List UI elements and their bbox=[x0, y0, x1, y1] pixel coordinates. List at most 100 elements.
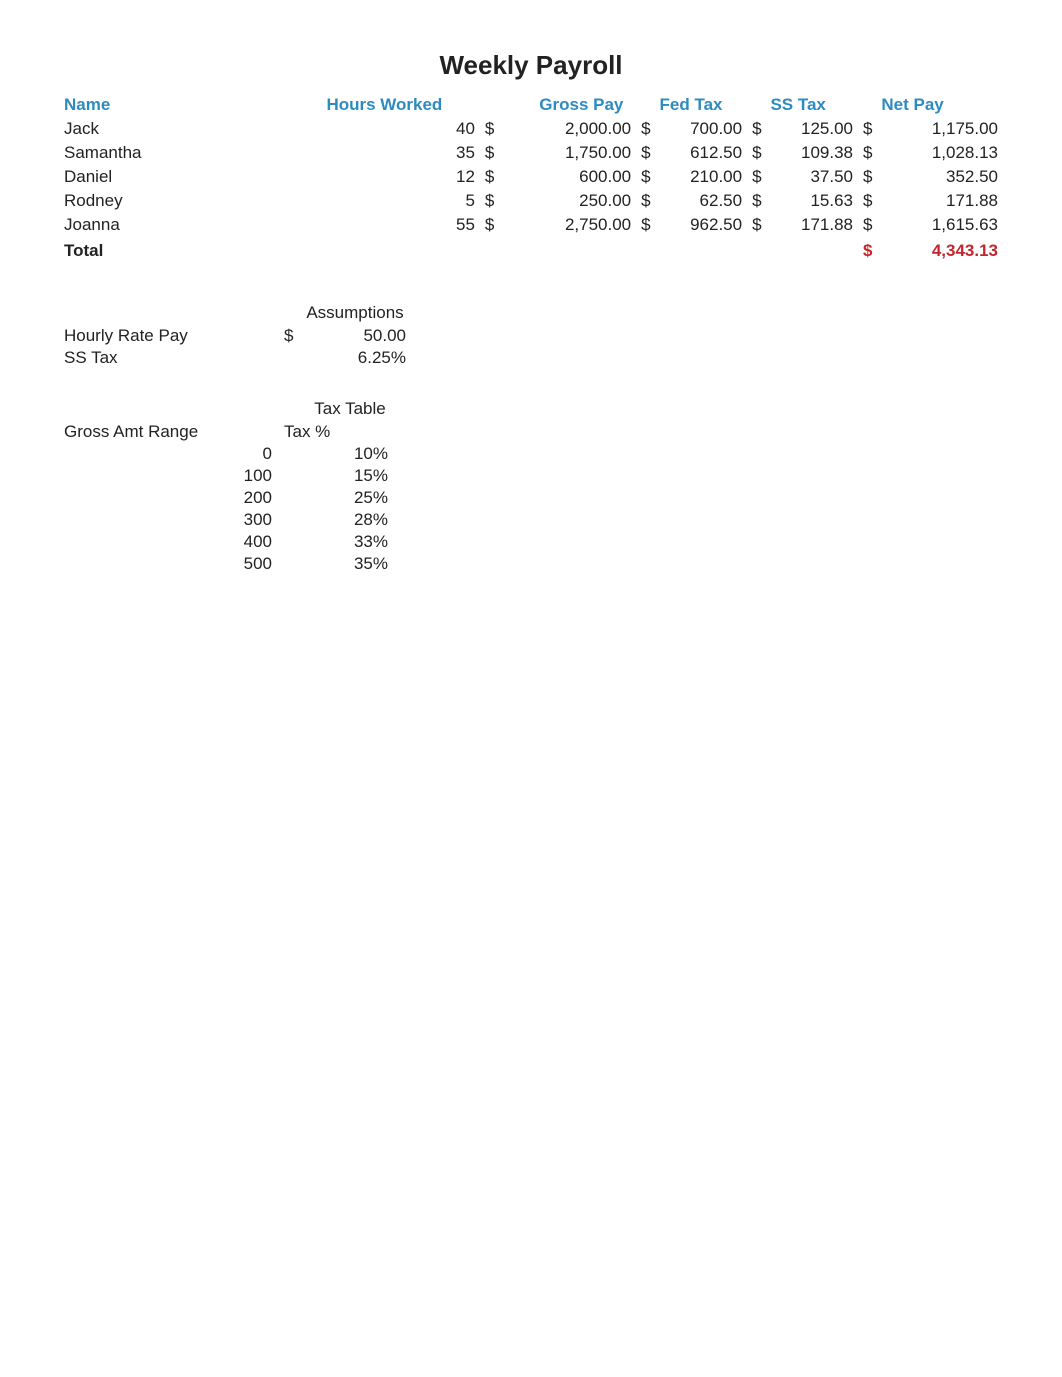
total-row: Total $4,343.13 bbox=[60, 237, 1002, 263]
col-ss: SS Tax bbox=[766, 93, 877, 117]
currency-symbol: $ bbox=[746, 189, 766, 213]
tax-range-value: 500 bbox=[60, 553, 280, 575]
currency-symbol bbox=[280, 347, 300, 369]
currency-symbol: $ bbox=[635, 117, 655, 141]
assumption-row: Hourly Rate Pay$50.00 bbox=[60, 325, 410, 347]
cell-ss: 125.00 bbox=[766, 117, 857, 141]
cell-net: 352.50 bbox=[877, 165, 1002, 189]
tax-range-value: 300 bbox=[60, 509, 280, 531]
cell-hours: 55 bbox=[286, 213, 478, 237]
cell-fed: 612.50 bbox=[656, 141, 747, 165]
tax-table-header: Tax Table bbox=[60, 399, 420, 419]
tax-range-value: 0 bbox=[60, 443, 280, 465]
cell-name: Joanna bbox=[60, 213, 286, 237]
cell-net: 1,028.13 bbox=[877, 141, 1002, 165]
currency-symbol: $ bbox=[857, 213, 877, 237]
tax-pct-value: 28% bbox=[280, 509, 410, 531]
tax-table: Gross Amt Range Tax % 010%10015%20025%30… bbox=[60, 421, 410, 575]
cell-gross: 2,000.00 bbox=[499, 117, 635, 141]
cell-gross: 1,750.00 bbox=[499, 141, 635, 165]
tax-table-row: 40033% bbox=[60, 531, 410, 553]
currency-symbol: $ bbox=[746, 117, 766, 141]
cell-ss: 171.88 bbox=[766, 213, 857, 237]
cell-gross: 600.00 bbox=[499, 165, 635, 189]
assumptions-section: Assumptions Hourly Rate Pay$50.00SS Tax6… bbox=[60, 303, 1002, 369]
cell-fed: 700.00 bbox=[656, 117, 747, 141]
cell-hours: 12 bbox=[286, 165, 478, 189]
tax-pct-value: 33% bbox=[280, 531, 410, 553]
assumption-label: Hourly Rate Pay bbox=[60, 325, 280, 347]
cell-ss: 109.38 bbox=[766, 141, 857, 165]
currency-symbol: $ bbox=[479, 165, 499, 189]
currency-symbol: $ bbox=[635, 165, 655, 189]
tax-range-value: 100 bbox=[60, 465, 280, 487]
assumption-value: 6.25% bbox=[300, 347, 410, 369]
table-row: Daniel12$600.00$210.00$37.50$352.50 bbox=[60, 165, 1002, 189]
currency-symbol: $ bbox=[635, 141, 655, 165]
tax-range-label: Gross Amt Range bbox=[60, 421, 280, 443]
cell-ss: 37.50 bbox=[766, 165, 857, 189]
currency-symbol: $ bbox=[479, 213, 499, 237]
currency-symbol: $ bbox=[635, 189, 655, 213]
table-row: Rodney5$250.00$62.50$15.63$171.88 bbox=[60, 189, 1002, 213]
currency-symbol: $ bbox=[857, 165, 877, 189]
tax-table-row: 010% bbox=[60, 443, 410, 465]
payroll-table: Name Hours Worked Gross Pay Fed Tax SS T… bbox=[60, 93, 1002, 263]
currency-symbol: $ bbox=[857, 237, 877, 263]
col-hours: Hours Worked bbox=[286, 93, 499, 117]
table-row: Jack40$2,000.00$700.00$125.00$1,175.00 bbox=[60, 117, 1002, 141]
cell-hours: 5 bbox=[286, 189, 478, 213]
cell-net: 1,175.00 bbox=[877, 117, 1002, 141]
cell-fed: 62.50 bbox=[656, 189, 747, 213]
total-label: Total bbox=[60, 237, 286, 263]
cell-name: Rodney bbox=[60, 189, 286, 213]
cell-gross: 250.00 bbox=[499, 189, 635, 213]
col-name: Name bbox=[60, 93, 286, 117]
cell-net: 171.88 bbox=[877, 189, 1002, 213]
cell-name: Jack bbox=[60, 117, 286, 141]
table-row: Joanna55$2,750.00$962.50$171.88$1,615.63 bbox=[60, 213, 1002, 237]
page-title: Weekly Payroll bbox=[60, 50, 1002, 81]
tax-pct-label: Tax % bbox=[280, 421, 410, 443]
assumptions-header: Assumptions bbox=[60, 303, 420, 323]
col-gross: Gross Pay bbox=[499, 93, 655, 117]
cell-net: 1,615.63 bbox=[877, 213, 1002, 237]
col-net: Net Pay bbox=[877, 93, 1002, 117]
tax-table-row: 50035% bbox=[60, 553, 410, 575]
currency-symbol: $ bbox=[746, 165, 766, 189]
table-row: Samantha35$1,750.00$612.50$109.38$1,028.… bbox=[60, 141, 1002, 165]
tax-table-section: Tax Table Gross Amt Range Tax % 010%1001… bbox=[60, 399, 1002, 575]
table-header-row: Name Hours Worked Gross Pay Fed Tax SS T… bbox=[60, 93, 1002, 117]
currency-symbol: $ bbox=[857, 141, 877, 165]
tax-pct-value: 35% bbox=[280, 553, 410, 575]
currency-symbol: $ bbox=[635, 213, 655, 237]
tax-table-row: 20025% bbox=[60, 487, 410, 509]
currency-symbol: $ bbox=[479, 141, 499, 165]
currency-symbol: $ bbox=[857, 117, 877, 141]
currency-symbol: $ bbox=[746, 141, 766, 165]
tax-pct-value: 25% bbox=[280, 487, 410, 509]
currency-symbol: $ bbox=[280, 325, 300, 347]
cell-fed: 962.50 bbox=[656, 213, 747, 237]
tax-table-row: 30028% bbox=[60, 509, 410, 531]
tax-range-value: 200 bbox=[60, 487, 280, 509]
currency-symbol: $ bbox=[479, 189, 499, 213]
tax-pct-value: 15% bbox=[280, 465, 410, 487]
assumption-row: SS Tax 6.25% bbox=[60, 347, 410, 369]
tax-pct-value: 10% bbox=[280, 443, 410, 465]
cell-hours: 35 bbox=[286, 141, 478, 165]
tax-range-value: 400 bbox=[60, 531, 280, 553]
cell-hours: 40 bbox=[286, 117, 478, 141]
assumptions-table: Hourly Rate Pay$50.00SS Tax6.25% bbox=[60, 325, 410, 369]
cell-name: Daniel bbox=[60, 165, 286, 189]
cell-ss: 15.63 bbox=[766, 189, 857, 213]
assumption-label: SS Tax bbox=[60, 347, 280, 369]
cell-name: Samantha bbox=[60, 141, 286, 165]
tax-table-header-row: Gross Amt Range Tax % bbox=[60, 421, 410, 443]
currency-symbol: $ bbox=[746, 213, 766, 237]
cell-gross: 2,750.00 bbox=[499, 213, 635, 237]
col-fed: Fed Tax bbox=[656, 93, 767, 117]
total-amount: 4,343.13 bbox=[877, 237, 1002, 263]
currency-symbol: $ bbox=[857, 189, 877, 213]
assumption-value: 50.00 bbox=[300, 325, 410, 347]
